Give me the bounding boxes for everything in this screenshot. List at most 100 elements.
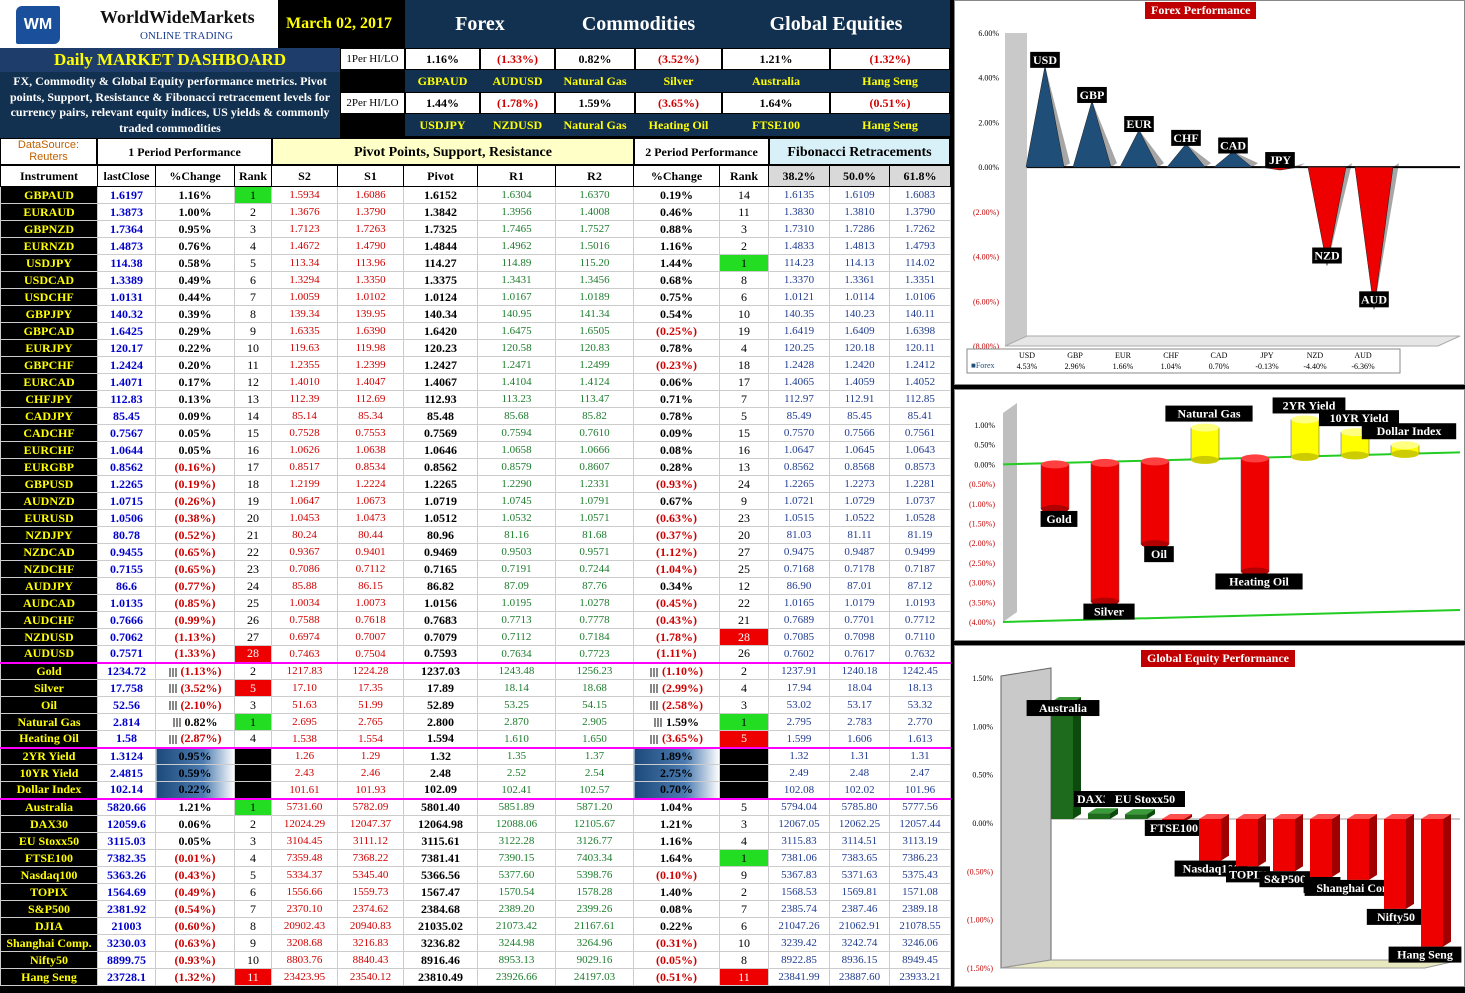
column-header[interactable]: %Change [155,165,235,187]
cell-382: 5367.83 [768,866,830,884]
table-row[interactable]: AUDJPY 86.6 (0.77%) 24 85.88 86.15 86.82 87.09 8… [0,577,951,595]
table-row[interactable]: EURNZD 1.4873 0.76% 4 1.4672 1.4790 1.4844 1.49… [0,237,951,255]
column-header[interactable]: 38.2% [768,165,830,187]
table-row[interactable]: Gold 1234.72 (1.13%) 2 1217.83 1224.28 1237.03… [0,661,951,680]
cell-pivot: 85.48 [403,407,478,425]
table-row[interactable]: Nifty50 8899.75 (0.93%) 10 8803.76 8840.43 891… [0,951,951,969]
table-row[interactable]: Hang Seng 23728.1 (1.32%) 11 23423.95 23540.1… [0,968,951,986]
commodity-bar-label: Oil [1144,546,1174,563]
table-row[interactable]: NZDJPY 80.78 (0.52%) 21 80.24 80.44 80.96 81.16… [0,526,951,544]
column-header[interactable]: R2 [555,165,634,187]
cell-instrument: AUDNZD [0,492,98,510]
equity-chart-title: Global Equity Performance [1141,650,1295,667]
table-row[interactable]: Nasdaq100 5363.26 (0.43%) 5 5334.37 5345.40 53… [0,866,951,884]
table-row[interactable]: AUDNZD 1.0715 (0.26%) 19 1.0647 1.0673 1.0719 1… [0,492,951,510]
table-row[interactable]: GBPJPY 140.32 0.39% 8 139.34 139.95 140.34 140.… [0,305,951,323]
table-row[interactable]: Oil 52.56 (2.10%) 3 51.63 51.99 52.89 53.25 54.1… [0,696,951,714]
table-row[interactable]: Heating Oil 1.58 (2.87%) 4 1.538 1.554 1.594 1.… [0,730,951,748]
cell-r1: 1.0195 [477,594,556,612]
table-row[interactable]: Natural Gas 2.814 0.82% 1 2.695 2.765 2.800 2.8… [0,713,951,731]
cell-s2: 0.7086 [271,560,338,578]
table-row[interactable]: AUDCHF 0.7666 (0.99%) 26 0.7588 0.7618 0.7683 0… [0,611,951,629]
cell-r2: 1.7527 [555,220,634,238]
column-header[interactable]: 61.8% [889,165,951,187]
table-row[interactable]: USDCAD 1.3389 0.49% 6 1.3294 1.3350 1.3375 1.34… [0,271,951,289]
equity-y-tick: (1.50%) [967,964,993,973]
column-header[interactable]: Rank [234,165,272,187]
table-row[interactable]: GBPCHF 1.2424 0.20% 11 1.2355 1.2399 1.2427 1.2… [0,356,951,374]
table-row[interactable]: NZDCHF 0.7155 (0.65%) 23 0.7086 0.7112 0.7165 0… [0,560,951,578]
cell-change: 0.05% [155,832,235,850]
table-row[interactable]: GBPAUD 1.6197 1.16% 1 1.5934 1.6086 1.6152 1.63… [0,186,951,204]
table-row[interactable]: GBPUSD 1.2265 (0.19%) 18 1.2199 1.2224 1.2265 1… [0,475,951,493]
table-row[interactable]: USDCHF 1.0131 0.44% 7 1.0059 1.0102 1.0124 1.01… [0,288,951,306]
table-row[interactable]: DAX30 12059.6 0.06% 2 12024.29 12047.37 12064.… [0,815,951,833]
cell-s2: 1.6335 [271,322,338,340]
table-row[interactable]: DJIA 21003 (0.60%) 8 20902.43 20940.83 21035.0… [0,917,951,935]
cell-500: 1.4813 [829,237,890,255]
table-row[interactable]: CHFJPY 112.83 0.13% 13 112.39 112.69 112.93 113… [0,390,951,408]
table-row[interactable]: Shanghai Comp. 3230.03 (0.63%) 9 3208.68 3216… [0,934,951,952]
cell-r2: 0.8607 [555,458,634,476]
table-row[interactable]: GBPNZD 1.7364 0.95% 3 1.7123 1.7263 1.7325 1.74… [0,220,951,238]
cell-s2: 17.10 [271,679,338,697]
column-header[interactable]: lastClose [97,165,156,187]
forex-table-category: GBP [1067,351,1083,360]
table-row[interactable]: EURUSD 1.0506 (0.38%) 20 1.0453 1.0473 1.0512 1… [0,509,951,527]
brand-logo[interactable]: WM WorldWideMarkets ONLINE TRADING [0,0,278,48]
column-header[interactable]: 50.0% [829,165,890,187]
cell-500: 1.3361 [829,271,890,289]
cell-rank: 19 [234,492,272,510]
cell-change: (0.31%) [633,934,720,952]
table-row[interactable]: TOPIX 1564.69 (0.49%) 6 1556.66 1559.73 1567.4… [0,883,951,901]
table-row[interactable]: 10YR Yield 2.4815 0.59% 2.43 2.46 2.48 2.52 2.5… [0,764,951,782]
cell-382: 1.0515 [768,509,830,527]
table-row[interactable]: CADJPY 85.45 0.09% 14 85.14 85.34 85.48 85.68 85… [0,407,951,425]
table-row[interactable]: EURCAD 1.4071 0.17% 12 1.4010 1.4047 1.4067 1.4… [0,373,951,391]
cell-instrument: Australia [0,797,98,816]
cell-r2: 1256.23 [555,661,634,680]
table-row[interactable]: 2YR Yield 1.3124 0.95% 1.26 1.29 1.32 1.35 1.37… [0,746,951,765]
section-period1: 1 Period Performance [97,138,272,165]
forex-y-tick: (4.00%) [973,253,999,262]
table-row[interactable]: NZDUSD 0.7062 (1.13%) 27 0.6974 0.7007 0.7079 0… [0,628,951,646]
equity-bar [1273,819,1295,872]
cell-618: 0.9499 [889,543,951,561]
table-row[interactable]: EU Stoxx50 3115.03 0.05% 3 3104.45 3111.12 311… [0,832,951,850]
cell-change: (0.25%) [633,322,720,340]
table-row[interactable]: EURGBP 0.8562 (0.16%) 17 0.8517 0.8534 0.8562 0… [0,458,951,476]
column-header[interactable]: S2 [271,165,338,187]
table-row[interactable]: AUDCAD 1.0135 (0.85%) 25 1.0034 1.0073 1.0156 1… [0,594,951,612]
column-header[interactable]: Instrument [0,165,98,187]
cell-618: 21078.55 [889,917,951,935]
column-header[interactable]: Rank [719,165,769,187]
cell-rank: 16 [234,441,272,459]
table-row[interactable]: GBPCAD 1.6425 0.29% 9 1.6335 1.6390 1.6420 1.64… [0,322,951,340]
column-header[interactable]: R1 [477,165,556,187]
cell-500: 0.7701 [829,611,890,629]
column-header[interactable]: Pivot [403,165,478,187]
table-row[interactable]: CADCHF 0.7567 0.05% 15 0.7528 0.7553 0.7569 0.7… [0,424,951,442]
table-row[interactable]: EURCHF 1.0644 0.05% 16 1.0626 1.0638 1.0646 1.0… [0,441,951,459]
column-header[interactable]: S1 [337,165,404,187]
table-row[interactable]: USDJPY 114.38 0.58% 5 113.34 113.96 114.27 114.… [0,254,951,272]
cell-618: 1.0528 [889,509,951,527]
cell-382: 21047.26 [768,917,830,935]
table-row[interactable]: EURAUD 1.3873 1.00% 2 1.3676 1.3790 1.3842 1.39… [0,203,951,221]
cell-rank [719,746,769,765]
cell-382: 1.0165 [768,594,830,612]
column-header[interactable]: %Change [633,165,720,187]
table-row[interactable]: AUDUSD 0.7571 (1.33%) 28 0.7463 0.7504 0.7593 0… [0,645,951,663]
cell-500: 7383.65 [829,849,890,867]
table-row[interactable]: NZDCAD 0.9455 (0.65%) 22 0.9367 0.9401 0.9469 0… [0,543,951,561]
cell-instrument: AUDJPY [0,577,98,595]
table-row[interactable]: EURJPY 120.17 0.22% 10 119.63 119.98 120.23 120… [0,339,951,357]
cell-change: 1.00% [155,203,235,221]
table-row[interactable]: S&P500 2381.92 (0.54%) 7 2370.10 2374.62 2384.… [0,900,951,918]
sparkline-icon [172,718,182,728]
table-row[interactable]: Dollar Index 102.14 0.22% 101.61 101.93 102.0… [0,781,951,799]
table-row[interactable]: Australia 5820.66 1.21% 1 5731.60 5782.09 5801… [0,797,951,816]
cell-rank: 25 [719,560,769,578]
table-row[interactable]: FTSE100 7382.35 (0.01%) 4 7359.48 7368.22 7381… [0,849,951,867]
table-row[interactable]: Silver 17.758 (3.52%) 5 17.10 17.35 17.89 18.14… [0,679,951,697]
